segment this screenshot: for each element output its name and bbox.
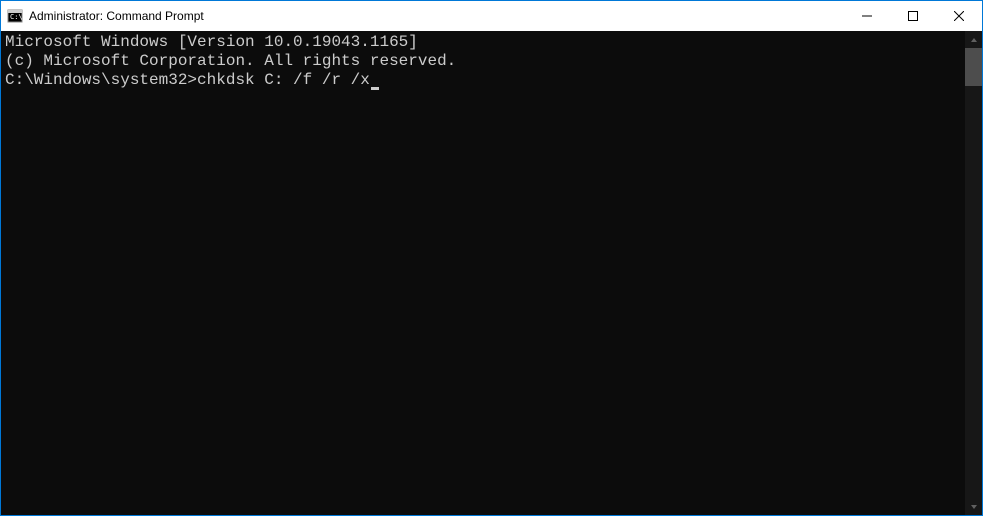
maximize-button[interactable] <box>890 1 936 31</box>
scrollbar-track[interactable] <box>965 48 982 498</box>
terminal-prompt: C:\Windows\system32> <box>5 71 197 89</box>
window-controls <box>844 1 982 31</box>
scroll-up-button[interactable] <box>965 31 982 48</box>
minimize-button[interactable] <box>844 1 890 31</box>
terminal-cursor <box>371 87 379 90</box>
scroll-down-button[interactable] <box>965 498 982 515</box>
vertical-scrollbar[interactable] <box>965 31 982 515</box>
close-button[interactable] <box>936 1 982 31</box>
window-title: Administrator: Command Prompt <box>29 9 844 23</box>
app-icon: C:\ <box>7 8 23 24</box>
terminal-prompt-line: C:\Windows\system32>chkdsk C: /f /r /x <box>5 71 965 90</box>
client-area: Microsoft Windows [Version 10.0.19043.11… <box>1 31 982 515</box>
scrollbar-thumb[interactable] <box>965 48 982 86</box>
terminal-output[interactable]: Microsoft Windows [Version 10.0.19043.11… <box>1 31 965 515</box>
command-prompt-window: C:\ Administrator: Command Prompt Micros… <box>0 0 983 516</box>
titlebar[interactable]: C:\ Administrator: Command Prompt <box>1 1 982 31</box>
svg-text:C:\: C:\ <box>10 13 23 21</box>
terminal-line: Microsoft Windows [Version 10.0.19043.11… <box>5 33 965 52</box>
terminal-line: (c) Microsoft Corporation. All rights re… <box>5 52 965 71</box>
terminal-command: chkdsk C: /f /r /x <box>197 71 370 89</box>
